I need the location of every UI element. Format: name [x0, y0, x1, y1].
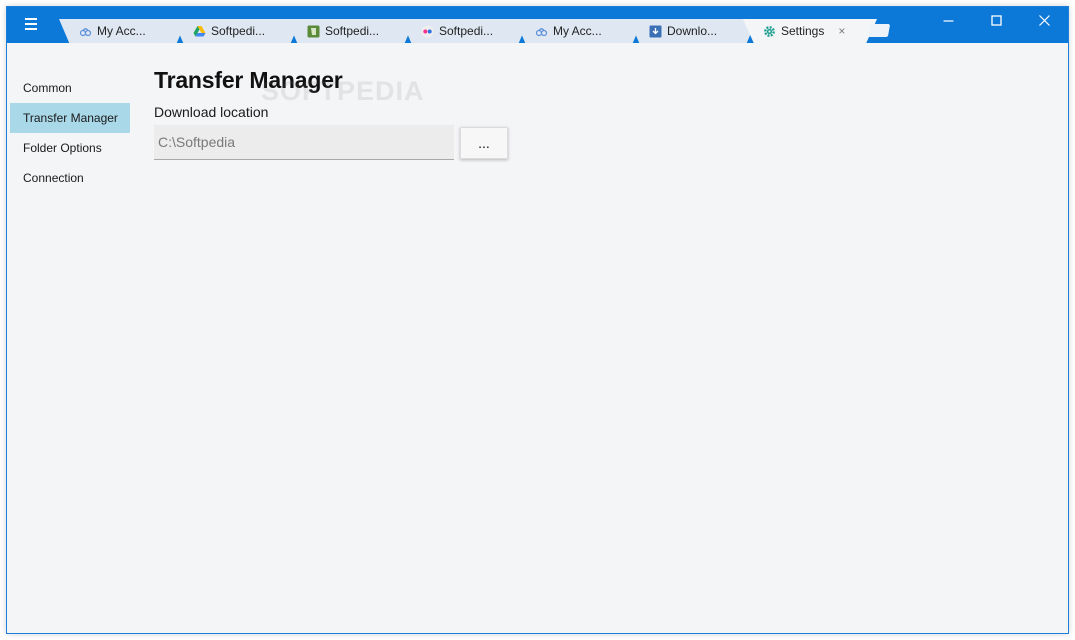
tab-label: Softpedi... [325, 24, 380, 38]
flickr-icon [421, 25, 434, 38]
tab-label: My Acc... [97, 24, 146, 38]
tab-settings[interactable]: Settings × [743, 19, 877, 43]
browse-button[interactable]: ... [460, 126, 508, 159]
minimize-button[interactable] [924, 7, 972, 33]
minimize-icon [943, 19, 953, 22]
tab-label: My Acc... [553, 24, 602, 38]
download-box-icon [649, 25, 662, 38]
app-window: My Acc... Softpedi... Softpedi... Softpe… [6, 6, 1069, 634]
cloud-sync-icon [535, 25, 548, 38]
close-tab-icon[interactable]: × [838, 24, 845, 38]
tab-my-account-2[interactable]: My Acc... [515, 19, 643, 43]
tab-softpedia-drive[interactable]: Softpedi... [173, 19, 301, 43]
download-location-row: ... [154, 125, 508, 160]
tab-softpedia-flickr[interactable]: Softpedi... [401, 19, 529, 43]
settings-sidebar: Common Transfer Manager Folder Options C… [10, 73, 130, 193]
evernote-icon [307, 25, 320, 38]
sidebar-item-transfer-manager[interactable]: Transfer Manager [10, 103, 130, 133]
gear-icon [763, 25, 776, 38]
tab-label: Settings [781, 24, 825, 38]
menu-icon[interactable] [17, 13, 45, 35]
maximize-button[interactable] [972, 7, 1020, 33]
sidebar-item-common[interactable]: Common [10, 73, 130, 103]
close-icon [1038, 14, 1050, 26]
download-path-input[interactable] [154, 125, 454, 160]
new-tab-button[interactable] [867, 24, 891, 37]
maximize-icon [990, 14, 1002, 26]
title-bar: My Acc... Softpedi... Softpedi... Softpe… [7, 7, 1068, 43]
tab-softpedia-evernote[interactable]: Softpedi... [287, 19, 415, 43]
window-controls [924, 7, 1068, 33]
cloud-sync-icon [79, 25, 92, 38]
tab-label: Softpedi... [439, 24, 494, 38]
sidebar-item-folder-options[interactable]: Folder Options [10, 133, 130, 163]
tab-downloads[interactable]: Downlo... [629, 19, 757, 43]
close-window-button[interactable] [1020, 7, 1068, 33]
tab-label: Softpedi... [211, 24, 266, 38]
download-location-label: Download location [154, 104, 269, 120]
tab-my-account-1[interactable]: My Acc... [59, 19, 187, 43]
settings-content: Transfer Manager Download location ... [154, 67, 508, 160]
page-title: Transfer Manager [154, 67, 343, 93]
tab-label: Downlo... [667, 24, 718, 38]
sidebar-item-connection[interactable]: Connection [10, 163, 130, 193]
google-drive-icon [193, 25, 206, 38]
